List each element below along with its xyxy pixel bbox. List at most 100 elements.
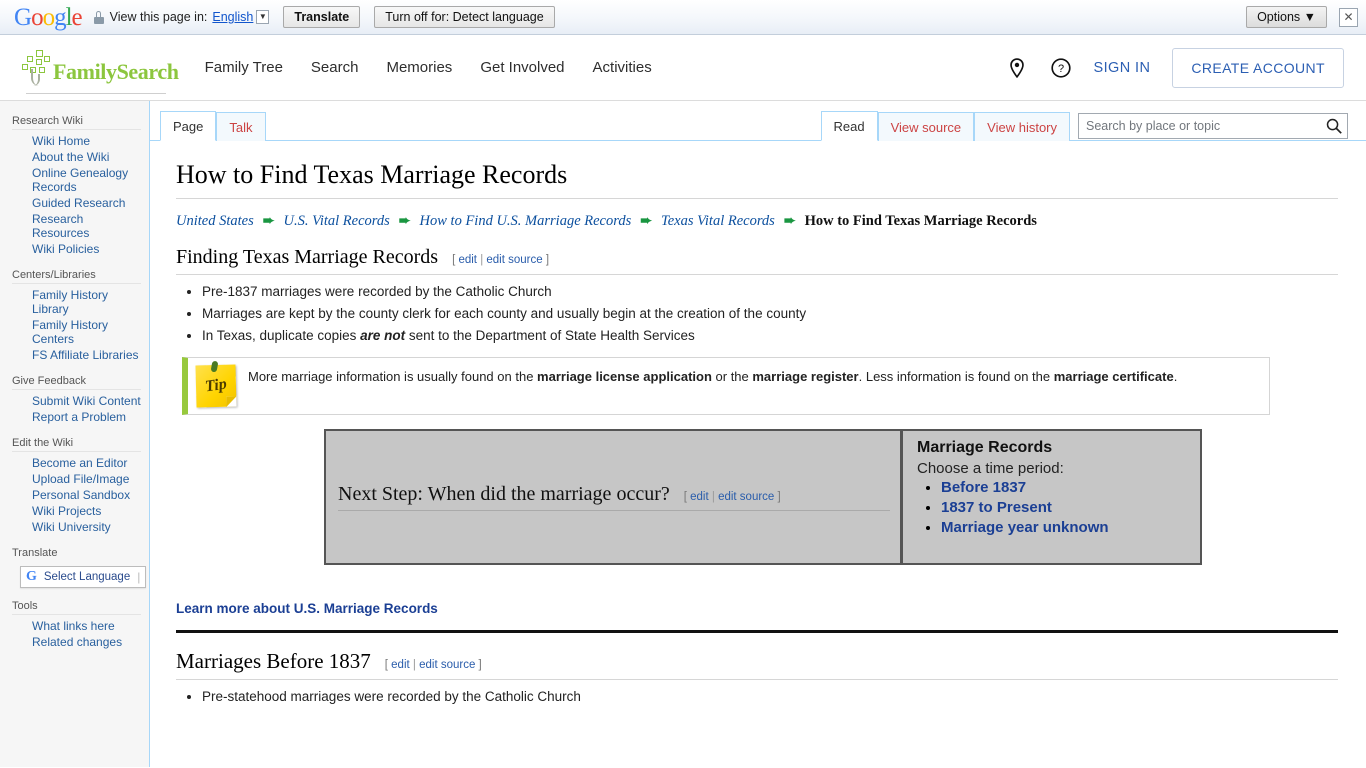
sidebar-item-report-a-problem[interactable]: Report a Problem bbox=[12, 409, 141, 425]
map-pin-icon[interactable] bbox=[1006, 57, 1028, 79]
tip-text-part4: . bbox=[1173, 368, 1178, 384]
select-language-dropdown[interactable]: G Select Language | bbox=[20, 566, 147, 588]
time-period-link-1837-to-present[interactable]: 1837 to Present bbox=[941, 499, 1052, 516]
sidebar-item-submit-wiki-content[interactable]: Submit Wiki Content bbox=[12, 393, 141, 409]
sidebar-group-translate: Translate G Select Language | bbox=[0, 543, 149, 588]
section-heading-marriages-before-1837: Marriages Before 1837 [ edit | edit sour… bbox=[176, 649, 1338, 680]
section-divider bbox=[176, 629, 1338, 633]
edit-source-link[interactable]: edit source bbox=[486, 254, 542, 266]
sidebar-link-family-history-centers[interactable]: Family History Centers bbox=[32, 318, 141, 346]
sidebar-link-fs-affiliate-libraries[interactable]: FS Affiliate Libraries bbox=[32, 348, 139, 362]
help-circle-icon[interactable]: ? bbox=[1050, 57, 1072, 79]
tab-view-source[interactable]: View source bbox=[877, 112, 975, 141]
nav-item-get-involved[interactable]: Get Involved bbox=[480, 59, 564, 76]
breadcrumb: United States ➨ U.S. Vital Records ➨ How… bbox=[176, 213, 1338, 230]
sidebar-item-related-changes[interactable]: Related changes bbox=[12, 634, 141, 650]
list-item: Pre-1837 marriages were recorded by the … bbox=[202, 281, 1338, 303]
sidebar-heading-tools: Tools bbox=[12, 600, 38, 612]
nav-item-activities[interactable]: Activities bbox=[593, 59, 652, 76]
sidebar-item-research-resources[interactable]: Research Resources bbox=[12, 211, 141, 241]
sidebar-item-wiki-policies[interactable]: Wiki Policies bbox=[12, 241, 141, 257]
breadcrumb-item-texas-vital-records[interactable]: Texas Vital Records bbox=[661, 213, 775, 230]
sidebar-item-what-links-here[interactable]: What links here bbox=[12, 618, 141, 634]
tab-talk[interactable]: Talk bbox=[216, 112, 266, 141]
breadcrumb-item-united-states[interactable]: United States bbox=[176, 213, 254, 230]
page-wrap: Research Wiki Wiki Home About the Wiki O… bbox=[0, 101, 1366, 767]
sidebar-item-guided-research[interactable]: Guided Research bbox=[12, 195, 141, 211]
sidebar-link-wiki-university[interactable]: Wiki University bbox=[32, 520, 111, 534]
svg-text:?: ? bbox=[1057, 63, 1063, 75]
edit-link[interactable]: edit bbox=[690, 491, 709, 503]
sidebar-item-upload-file-image[interactable]: Upload File/Image bbox=[12, 471, 141, 487]
sidebar-link-wiki-policies[interactable]: Wiki Policies bbox=[32, 242, 99, 256]
nav-item-memories[interactable]: Memories bbox=[386, 59, 452, 76]
edit-source-link[interactable]: edit source bbox=[419, 659, 475, 671]
next-step-panel: Next Step: When did the marriage occur? … bbox=[324, 428, 1202, 565]
sidebar-heading-give-feedback: Give Feedback bbox=[12, 375, 86, 387]
sidebar-link-wiki-projects[interactable]: Wiki Projects bbox=[32, 504, 101, 518]
sidebar-item-wiki-projects[interactable]: Wiki Projects bbox=[12, 503, 141, 519]
sidebar-link-what-links-here[interactable]: What links here bbox=[32, 619, 115, 633]
sidebar-link-wiki-home[interactable]: Wiki Home bbox=[32, 134, 90, 148]
sidebar-item-family-history-library[interactable]: Family History Library bbox=[12, 287, 141, 317]
section2-bullet-list: Pre-statehood marriages were recorded by… bbox=[176, 686, 1338, 708]
translate-options-button[interactable]: Options ▼ bbox=[1246, 6, 1327, 28]
sidebar-link-guided-research[interactable]: Guided Research bbox=[32, 196, 125, 210]
sidebar-link-submit-wiki-content[interactable]: Submit Wiki Content bbox=[32, 394, 141, 408]
sidebar-link-become-an-editor[interactable]: Become an Editor bbox=[32, 456, 127, 470]
close-icon[interactable]: ✕ bbox=[1339, 7, 1358, 27]
sign-in-link[interactable]: SIGN IN bbox=[1094, 60, 1151, 76]
breadcrumb-item-us-vital-records[interactable]: U.S. Vital Records bbox=[283, 213, 389, 230]
sidebar-item-family-history-centers[interactable]: Family History Centers bbox=[12, 317, 141, 347]
list-item[interactable]: Before 1837 bbox=[941, 479, 1188, 497]
translate-language-link[interactable]: English bbox=[212, 10, 253, 24]
time-period-link-before-1837[interactable]: Before 1837 bbox=[941, 479, 1026, 496]
sidebar-group-research-wiki: Research Wiki Wiki Home About the Wiki O… bbox=[0, 111, 149, 257]
tab-page[interactable]: Page bbox=[160, 111, 217, 141]
sidebar-item-wiki-home[interactable]: Wiki Home bbox=[12, 133, 141, 149]
next-step-question: Next Step: When did the marriage occur? bbox=[338, 482, 670, 505]
breadcrumb-arrow-icon: ➨ bbox=[398, 213, 411, 229]
sidebar-link-report-a-problem[interactable]: Report a Problem bbox=[32, 410, 126, 424]
list-item[interactable]: Marriage year unknown bbox=[941, 519, 1188, 537]
sidebar-link-family-history-library[interactable]: Family History Library bbox=[32, 288, 141, 316]
chevron-down-icon[interactable]: ▼ bbox=[256, 10, 270, 24]
list-item[interactable]: 1837 to Present bbox=[941, 499, 1188, 517]
sidebar-item-fs-affiliate-libraries[interactable]: FS Affiliate Libraries bbox=[12, 347, 141, 363]
sidebar-link-related-changes[interactable]: Related changes bbox=[32, 635, 122, 649]
breadcrumb-item-how-to-find-us-marriage-records[interactable]: How to Find U.S. Marriage Records bbox=[420, 213, 632, 230]
tip-bold-marriage-certificate: marriage certificate bbox=[1053, 368, 1174, 384]
sidebar-link-personal-sandbox[interactable]: Personal Sandbox bbox=[32, 488, 130, 502]
translate-button[interactable]: Translate bbox=[283, 6, 361, 28]
sidebar-item-about-the-wiki[interactable]: About the Wiki bbox=[12, 149, 141, 165]
nav-item-search[interactable]: Search bbox=[311, 59, 359, 76]
sidebar: Research Wiki Wiki Home About the Wiki O… bbox=[0, 101, 150, 767]
sidebar-item-online-genealogy-records[interactable]: Online Genealogy Records bbox=[12, 165, 141, 195]
edit-source-link[interactable]: edit source bbox=[718, 491, 774, 503]
sidebar-item-personal-sandbox[interactable]: Personal Sandbox bbox=[12, 487, 141, 503]
breadcrumb-arrow-icon: ➨ bbox=[262, 213, 275, 229]
tab-view-history[interactable]: View history bbox=[974, 112, 1070, 141]
sidebar-item-become-an-editor[interactable]: Become an Editor bbox=[12, 455, 141, 471]
familysearch-logo[interactable]: FamilySearch bbox=[22, 49, 179, 94]
edit-link[interactable]: edit bbox=[391, 659, 410, 671]
time-period-link-marriage-year-unknown[interactable]: Marriage year unknown bbox=[941, 519, 1109, 536]
create-account-button[interactable]: CREATE ACCOUNT bbox=[1172, 47, 1344, 88]
translate-prompt-label: View this page in: bbox=[109, 10, 208, 24]
sidebar-item-wiki-university[interactable]: Wiki University bbox=[12, 519, 141, 535]
site-header: FamilySearch Family Tree Search Memories… bbox=[0, 35, 1366, 101]
learn-more-link[interactable]: Learn more about U.S. Marriage Records bbox=[176, 601, 438, 616]
search-input[interactable] bbox=[1078, 113, 1348, 139]
nav-item-family-tree[interactable]: Family Tree bbox=[205, 59, 283, 76]
translate-bar-right: Options ▼ ✕ bbox=[1246, 6, 1358, 28]
tab-read[interactable]: Read bbox=[820, 111, 878, 141]
sidebar-link-online-genealogy-records[interactable]: Online Genealogy Records bbox=[32, 166, 141, 194]
sidebar-link-upload-file-image[interactable]: Upload File/Image bbox=[32, 472, 129, 486]
select-language-divider: | bbox=[137, 570, 141, 584]
edit-link[interactable]: edit bbox=[458, 254, 477, 266]
sidebar-link-research-resources[interactable]: Research Resources bbox=[32, 212, 141, 240]
family-tree-icon bbox=[22, 49, 52, 86]
sidebar-link-about-the-wiki[interactable]: About the Wiki bbox=[32, 150, 109, 164]
turn-off-translate-button[interactable]: Turn off for: Detect language bbox=[374, 6, 555, 28]
search-icon[interactable] bbox=[1325, 117, 1343, 135]
